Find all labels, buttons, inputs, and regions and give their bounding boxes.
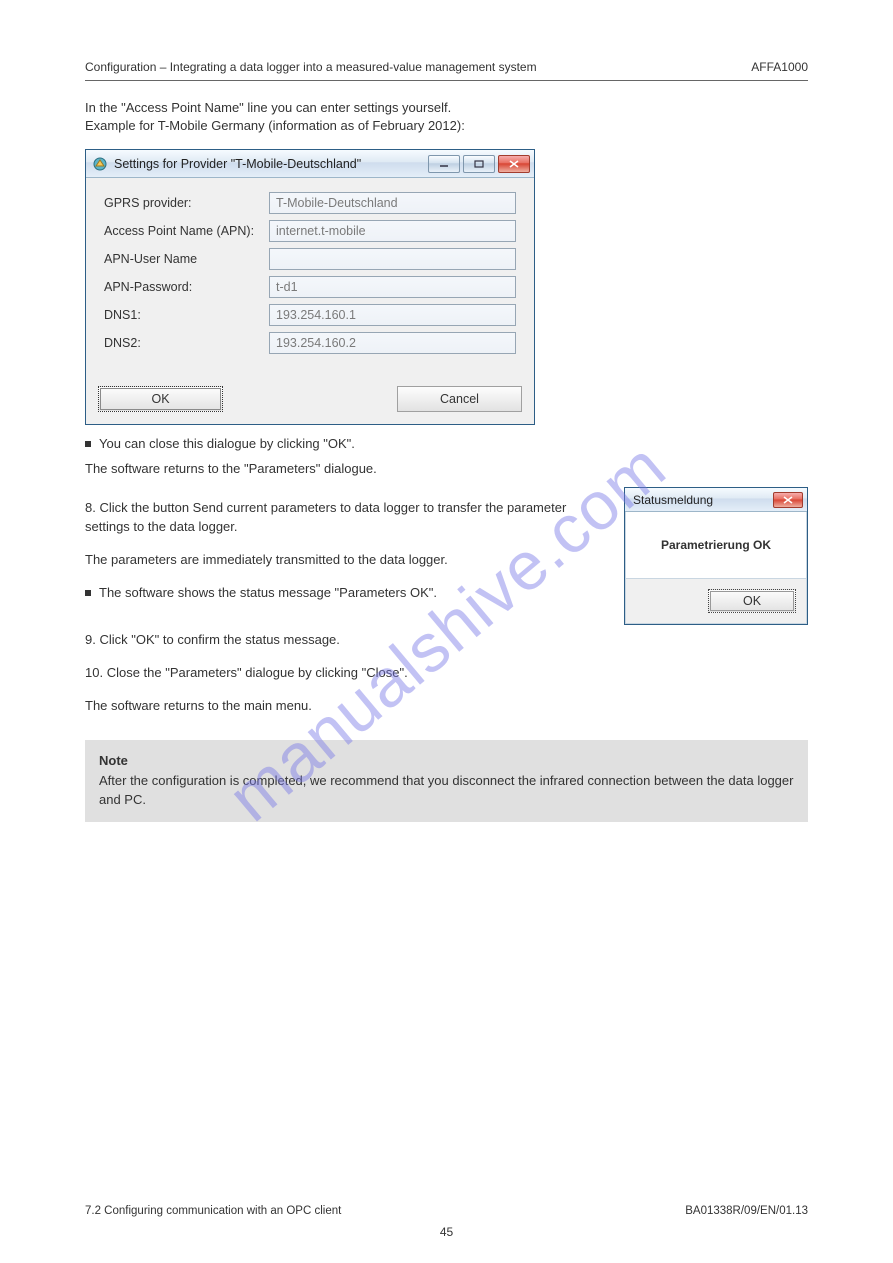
status-message: Parametrierung OK: [625, 512, 807, 579]
field-apn-password[interactable]: t-d1: [269, 276, 516, 298]
intro-line1: In the "Access Point Name" line you can …: [85, 99, 808, 117]
page-header: Configuration – Integrating a data logge…: [85, 60, 808, 81]
ok-button[interactable]: OK: [98, 386, 223, 412]
settings-title: Settings for Provider "T-Mobile-Deutschl…: [114, 157, 361, 171]
row-gprs-provider: GPRS provider: T-Mobile-Deutschland: [104, 192, 516, 214]
header-section-path: Configuration – Integrating a data logge…: [85, 60, 537, 74]
field-dns2[interactable]: 193.254.160.2: [269, 332, 516, 354]
row-apn: Access Point Name (APN): internet.t-mobi…: [104, 220, 516, 242]
step-8-text: Click the button Send current parameters…: [85, 500, 566, 534]
field-dns1[interactable]: 193.254.160.1: [269, 304, 516, 326]
footer-meta: 7.2 Configuring communication with an OP…: [85, 1205, 808, 1217]
para-returns: The software returns to the "Parameters"…: [85, 460, 808, 479]
row-dns1: DNS1: 193.254.160.1: [104, 304, 516, 326]
step-8-number: 8.: [85, 500, 96, 515]
step-8-row: 8. Click the button Send current paramet…: [85, 493, 808, 625]
label-gprs-provider: GPRS provider:: [104, 196, 269, 210]
step-10-text: Close the "Parameters" dialogue by click…: [107, 665, 408, 680]
status-close-button[interactable]: [773, 492, 803, 508]
status-ok-button[interactable]: OK: [708, 589, 796, 613]
para-immediately: The parameters are immediately transmitt…: [85, 551, 608, 570]
bullet-status: The software shows the status message "P…: [85, 584, 608, 603]
note-box: Note After the configuration is complete…: [85, 740, 808, 823]
close-button[interactable]: [498, 155, 530, 173]
step-10-number: 10.: [85, 665, 103, 680]
intro-line2: Example for T-Mobile Germany (informatio…: [85, 117, 808, 135]
footer-doc-id: BA01338R/09/EN/01.13: [685, 1205, 808, 1217]
square-bullet-icon: [85, 590, 91, 596]
step-9: 9. Click "OK" to confirm the status mess…: [85, 631, 808, 650]
bullet-close-ok-text: You can close this dialogue by clicking …: [99, 435, 355, 454]
label-dns2: DNS2:: [104, 336, 269, 350]
status-titlebar: Statusmeldung: [625, 488, 807, 512]
status-title: Statusmeldung: [633, 493, 713, 507]
note-head: Note: [99, 752, 794, 771]
status-footer: OK: [625, 579, 807, 624]
step-8: 8. Click the button Send current paramet…: [85, 499, 608, 537]
cancel-button[interactable]: Cancel: [397, 386, 522, 412]
square-bullet-icon: [85, 441, 91, 447]
bullet-close-ok: You can close this dialogue by clicking …: [85, 435, 808, 454]
maximize-button[interactable]: [463, 155, 495, 173]
window-controls: [428, 155, 530, 173]
label-apn-user: APN-User Name: [104, 252, 269, 266]
field-apn[interactable]: internet.t-mobile: [269, 220, 516, 242]
settings-titlebar: Settings for Provider "T-Mobile-Deutschl…: [86, 150, 534, 178]
row-apn-password: APN-Password: t-d1: [104, 276, 516, 298]
label-dns1: DNS1:: [104, 308, 269, 322]
label-apn: Access Point Name (APN):: [104, 224, 269, 238]
bullet-status-text: The software shows the status message "P…: [99, 584, 437, 603]
row-dns2: DNS2: 193.254.160.2: [104, 332, 516, 354]
settings-body: GPRS provider: T-Mobile-Deutschland Acce…: [86, 178, 534, 376]
status-dialog: Statusmeldung Parametrierung OK OK: [624, 487, 808, 625]
page-number: 45: [0, 1225, 893, 1239]
field-gprs-provider[interactable]: T-Mobile-Deutschland: [269, 192, 516, 214]
footer-left: 7.2 Configuring communication with an OP…: [85, 1205, 341, 1217]
settings-button-row: OK Cancel: [86, 376, 534, 424]
row-apn-user: APN-User Name: [104, 248, 516, 270]
label-apn-password: APN-Password:: [104, 280, 269, 294]
step-8-text-block: 8. Click the button Send current paramet…: [85, 493, 608, 606]
para-return-main: The software returns to the main menu.: [85, 697, 808, 716]
note-body: After the configuration is completed, we…: [99, 773, 793, 807]
field-apn-user[interactable]: [269, 248, 516, 270]
step-10: 10. Close the "Parameters" dialogue by c…: [85, 664, 808, 683]
step-9-number: 9.: [85, 632, 96, 647]
header-product: AFFA1000: [751, 60, 808, 74]
document-page: Configuration – Integrating a data logge…: [0, 0, 893, 1263]
minimize-button[interactable]: [428, 155, 460, 173]
app-icon: [92, 156, 108, 172]
settings-dialog: Settings for Provider "T-Mobile-Deutschl…: [85, 149, 535, 425]
intro-text: In the "Access Point Name" line you can …: [85, 99, 808, 135]
step-9-text: Click "OK" to confirm the status message…: [99, 632, 339, 647]
